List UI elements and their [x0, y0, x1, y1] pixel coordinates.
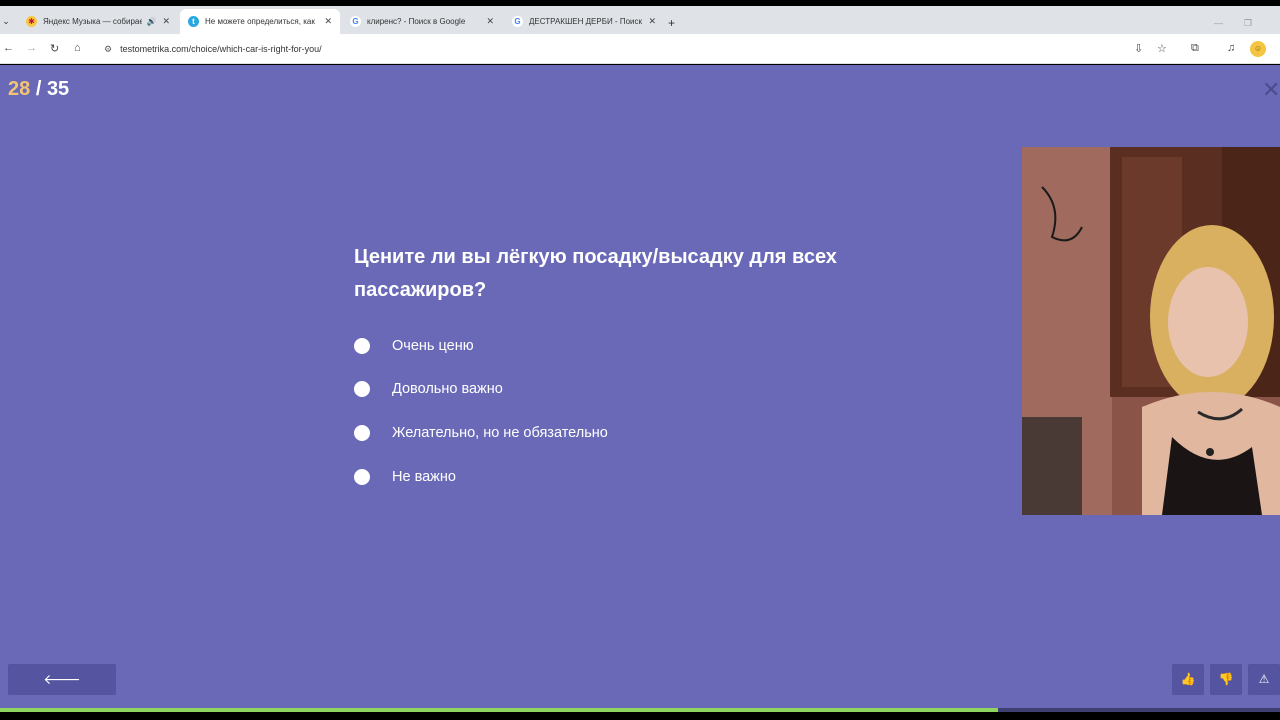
answer-label[interactable]: Желательно, но не обязательно — [392, 425, 608, 441]
webcam-overlay — [1022, 147, 1280, 515]
tab-title: клиренс? - Поиск в Google — [367, 17, 466, 26]
dislike-button[interactable]: 👎 — [1210, 664, 1242, 695]
thumbs-down-icon: 👎 — [1218, 672, 1234, 686]
answer-option[interactable]: Желательно, но не обязательно — [354, 422, 608, 443]
restore-icon[interactable]: ❐ — [1244, 18, 1252, 29]
answer-label[interactable]: Довольно важно — [392, 381, 503, 397]
radio-button[interactable] — [354, 381, 370, 398]
extensions-icon[interactable]: ⧉ — [1191, 42, 1199, 55]
address-bar: ← → ↻ ⌂ ⚙ testometrika.com/choice/which-… — [0, 34, 1280, 64]
reload-icon[interactable]: ↻ — [50, 42, 59, 55]
bookmark-star-icon[interactable]: ☆ — [1157, 42, 1167, 55]
close-icon[interactable]: ✕ — [1262, 77, 1280, 103]
url-field[interactable]: ⚙ testometrika.com/choice/which-car-is-r… — [98, 39, 1178, 59]
report-button[interactable]: ⚠ — [1248, 664, 1280, 695]
answer-label[interactable]: Не важно — [392, 469, 456, 485]
radio-button[interactable] — [354, 337, 370, 354]
quiz-page: 28 / 35 ✕ Цените ли вы лёгкую посадку/вы… — [0, 65, 1280, 708]
answer-option[interactable]: Очень ценю — [354, 335, 608, 356]
minimize-icon[interactable]: — — [1214, 18, 1223, 28]
bottom-edge — [0, 712, 1280, 720]
answer-label[interactable]: Очень ценю — [392, 338, 474, 354]
google-favicon-icon: G — [350, 16, 361, 27]
url-text[interactable]: testometrika.com/choice/which-car-is-rig… — [120, 44, 322, 54]
profile-avatar-icon[interactable]: ☺ — [1250, 41, 1266, 57]
forward-nav-icon[interactable]: → — [26, 42, 37, 54]
question-counter: 28 / 35 — [8, 78, 69, 101]
answer-options: Очень ценю Довольно важно Желательно, но… — [354, 335, 608, 510]
tab-google-clearance[interactable]: G клиренс? - Поиск в Google ✕ — [342, 9, 502, 34]
testometrika-favicon-icon: t — [188, 16, 199, 27]
tab-title: ДЕСТРАКШЕН ДЕРБИ - Поиск — [529, 17, 642, 26]
yandex-favicon-icon: ✱ — [26, 16, 37, 27]
tab-testometrika[interactable]: t Не можете определиться, как ✕ — [180, 9, 340, 34]
site-settings-icon[interactable]: ⚙ — [104, 44, 112, 55]
tab-yandex-music[interactable]: ✱ Яндекс Музыка — собирае 🔊 ✕ — [18, 9, 178, 34]
current-question-number: 28 — [8, 78, 31, 100]
close-tab-icon[interactable]: ✕ — [486, 16, 494, 27]
close-tab-icon[interactable]: ✕ — [324, 16, 332, 27]
tab-title: Не можете определиться, как — [205, 17, 315, 26]
radio-button[interactable] — [354, 468, 370, 485]
answer-option[interactable]: Не важно — [354, 466, 608, 487]
home-icon[interactable]: ⌂ — [74, 42, 81, 54]
arrow-left-icon: 🡐 — [43, 671, 81, 687]
new-tab-icon[interactable]: + — [668, 16, 675, 30]
counter-separator: / — [35, 78, 42, 100]
tab-strip: ⌄ ✱ Яндекс Музыка — собирае 🔊 ✕ t Не мож… — [0, 6, 1280, 34]
speaker-icon[interactable]: 🔊 — [146, 17, 156, 26]
thumbs-up-icon: 👍 — [1180, 672, 1196, 686]
total-questions-number: 35 — [46, 78, 70, 100]
back-nav-icon[interactable]: ← — [3, 42, 14, 54]
question-text: Цените ли вы лёгкую посадку/высадку для … — [354, 246, 837, 301]
like-button[interactable]: 👍 — [1172, 664, 1204, 695]
tab-title: Яндекс Музыка — собирае — [43, 17, 143, 26]
install-app-icon[interactable]: ⇩ — [1134, 42, 1143, 55]
close-tab-icon[interactable]: ✕ — [648, 16, 656, 27]
media-controls-icon[interactable]: ♫ — [1227, 42, 1235, 54]
answer-option[interactable]: Довольно важно — [354, 379, 608, 400]
webcam-image — [1022, 147, 1280, 515]
google-favicon-icon: G — [512, 16, 523, 27]
tab-search-icon[interactable]: ⌄ — [0, 12, 12, 30]
radio-button[interactable] — [354, 424, 370, 441]
warning-icon: ⚠ — [1258, 672, 1270, 686]
back-button[interactable]: 🡐 — [8, 664, 116, 695]
close-tab-icon[interactable]: ✕ — [162, 16, 170, 27]
tab-google-derby[interactable]: G ДЕСТРАКШЕН ДЕРБИ - Поиск ✕ — [504, 9, 664, 34]
